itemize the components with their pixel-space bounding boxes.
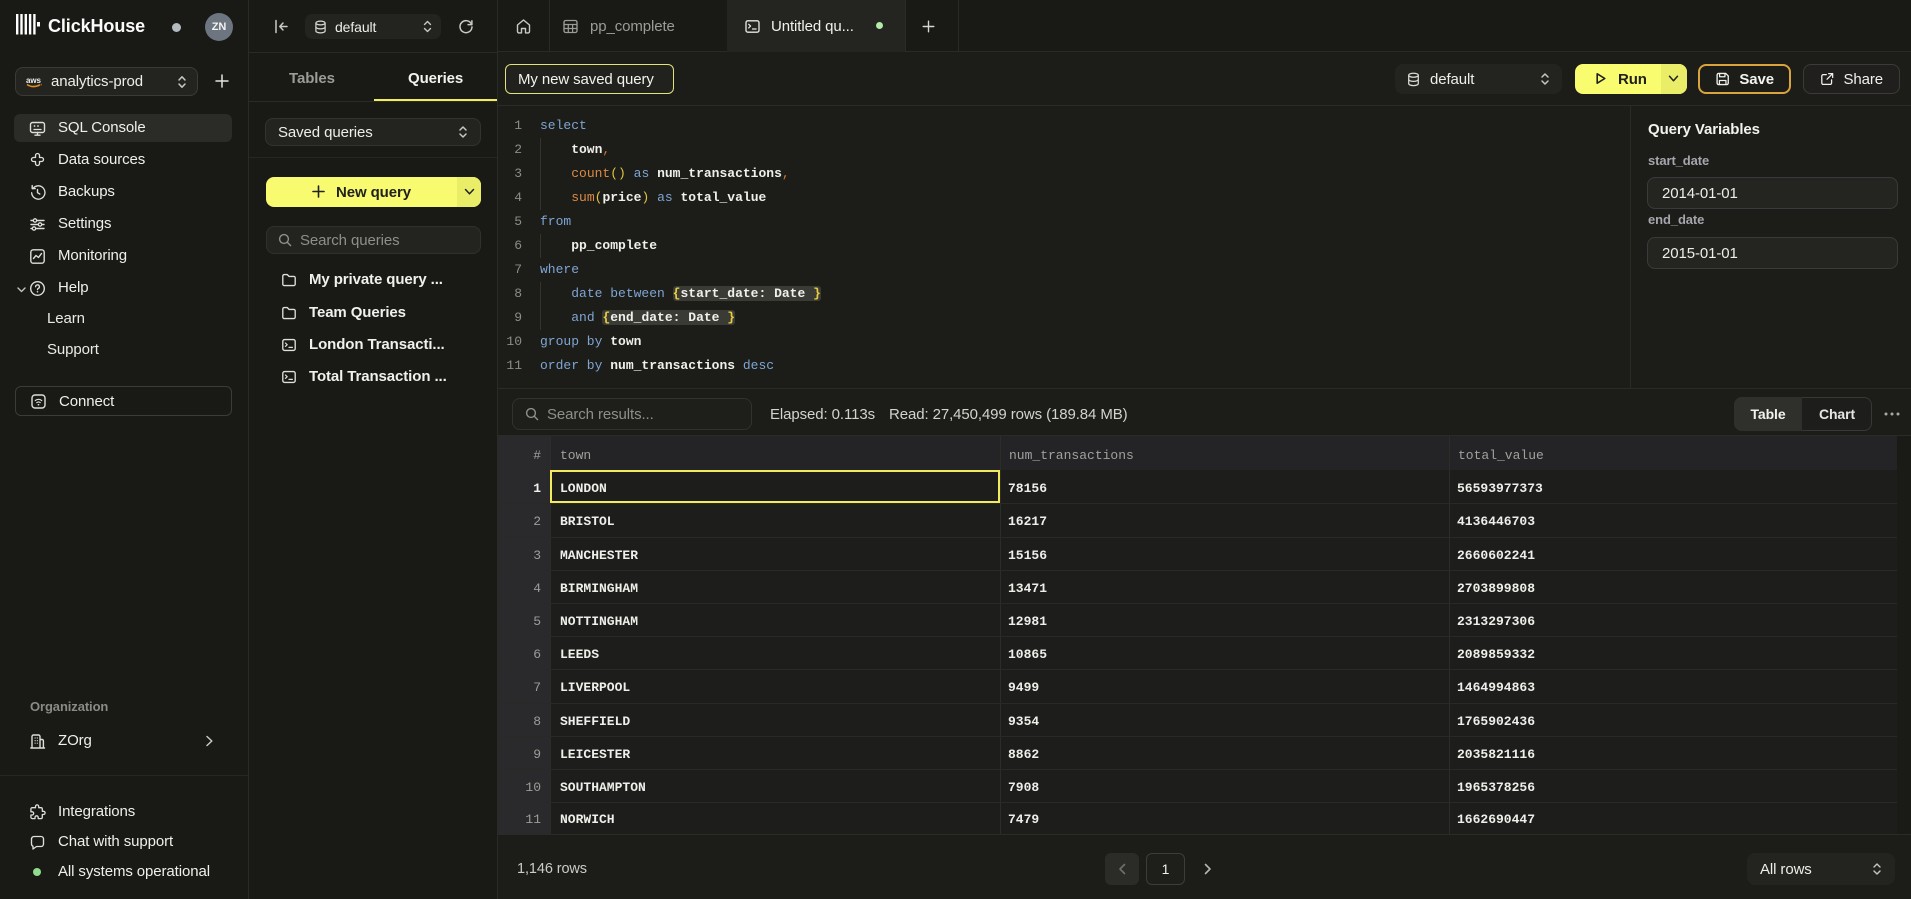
svg-text:aws: aws [26, 76, 41, 85]
